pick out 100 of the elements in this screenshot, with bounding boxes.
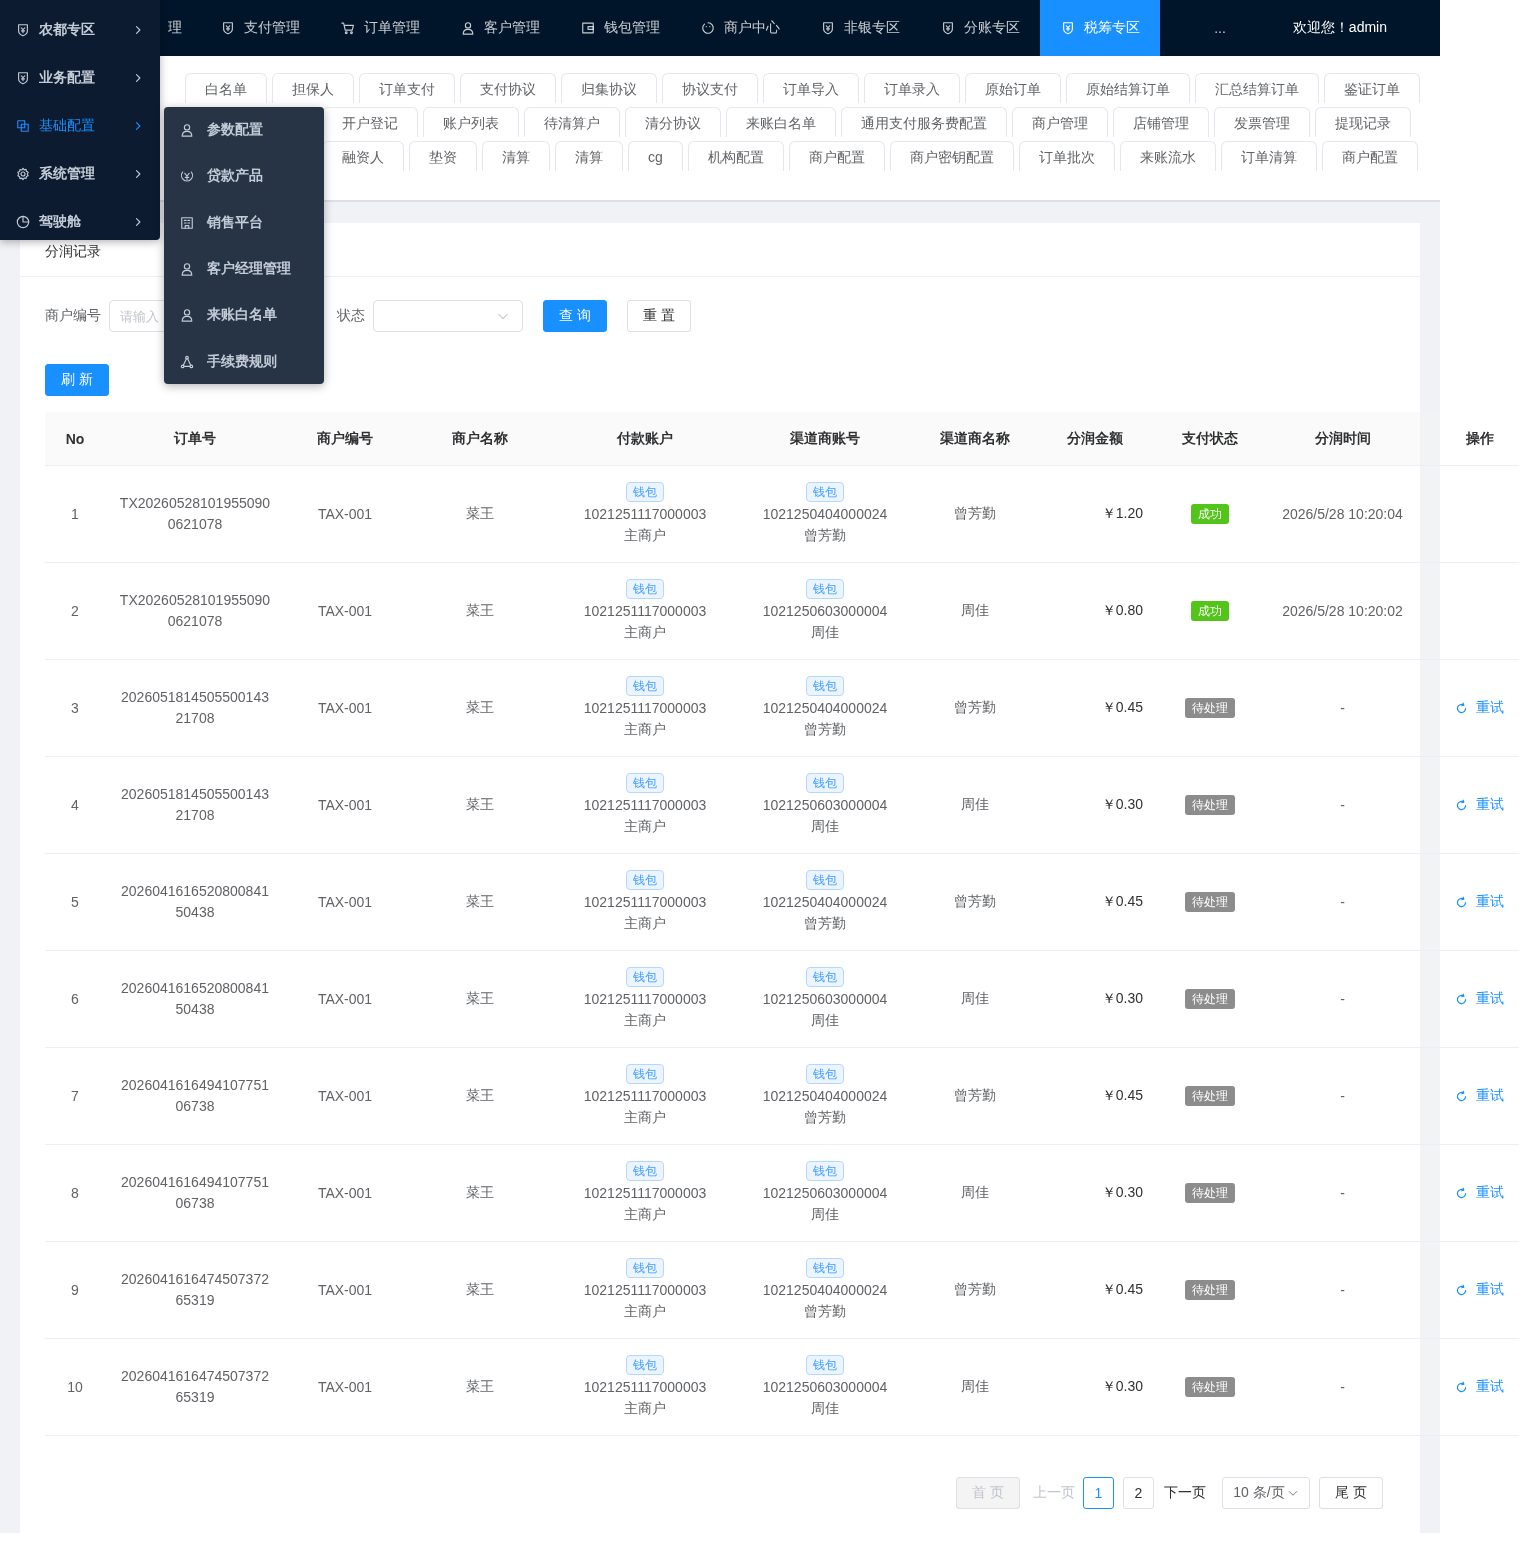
- status-select[interactable]: [373, 300, 523, 332]
- retry-link[interactable]: 重试: [1455, 990, 1504, 1008]
- last-page-button[interactable]: 尾页: [1319, 1477, 1383, 1509]
- nav-item[interactable]: 理: [160, 0, 200, 56]
- column-header: 分润金额: [1067, 429, 1123, 448]
- tab[interactable]: 商户配置: [788, 141, 885, 171]
- menu-item[interactable]: 系统管理: [0, 150, 160, 198]
- tab[interactable]: 提现记录: [1315, 107, 1411, 137]
- wallet-tag: 钱包: [626, 1258, 664, 1278]
- wallet-tag: 钱包: [626, 1161, 664, 1181]
- tab[interactable]: 融资人: [322, 141, 404, 171]
- tab[interactable]: 白名单: [185, 73, 267, 103]
- retry-link[interactable]: 重试: [1455, 1281, 1504, 1299]
- nav-item[interactable]: 非银专区: [800, 0, 920, 56]
- account-number: 1021250603000004: [762, 1378, 888, 1397]
- tab[interactable]: 通用支付服务费配置: [841, 107, 1007, 137]
- tab[interactable]: 商户管理: [1012, 107, 1108, 137]
- merchant-name: 菜王: [466, 1378, 494, 1396]
- tab[interactable]: 订单支付: [359, 73, 455, 103]
- menu-item[interactable]: 基础配置: [0, 102, 160, 150]
- wallet-tag: 钱包: [626, 676, 664, 696]
- account-type: 主商户: [624, 526, 666, 545]
- tab[interactable]: 清算: [482, 141, 550, 171]
- submenu-item[interactable]: 参数配置: [164, 107, 324, 154]
- shield-icon: [940, 21, 955, 35]
- time-text: -: [1340, 991, 1345, 1007]
- retry-link[interactable]: 重试: [1455, 1184, 1504, 1202]
- nav-item[interactable]: 钱包管理: [560, 0, 680, 56]
- time-text: 2026/5/28 10:20:04: [1282, 506, 1403, 522]
- pie-chart-icon: [16, 215, 30, 229]
- account-holder: 周佳: [811, 817, 839, 836]
- tab[interactable]: 清算: [555, 141, 623, 171]
- next-page-link[interactable]: 下一页: [1164, 1484, 1206, 1502]
- order-number: 202604161649410775106738: [120, 1173, 270, 1213]
- column-header: 商户编号: [317, 429, 373, 448]
- menu-item[interactable]: 农都专区: [0, 6, 160, 54]
- channel-name: 周佳: [961, 1378, 989, 1396]
- merchant-name: 菜王: [466, 893, 494, 911]
- channel-name: 周佳: [961, 990, 989, 1008]
- tab[interactable]: 账户列表: [423, 107, 519, 137]
- wallet-tag: 钱包: [806, 676, 844, 696]
- page-size-select[interactable]: 10 条/页: [1222, 1477, 1310, 1509]
- tab[interactable]: 支付协议: [460, 73, 556, 103]
- shield-icon: [820, 21, 835, 35]
- tab[interactable]: 待清算户: [524, 107, 620, 137]
- tab[interactable]: 发票管理: [1214, 107, 1310, 137]
- tab[interactable]: 店铺管理: [1113, 107, 1209, 137]
- tab[interactable]: 来账流水: [1119, 141, 1216, 171]
- tab[interactable]: 订单清算: [1220, 141, 1317, 171]
- tab[interactable]: 原始结算订单: [1066, 73, 1190, 103]
- account-number: 1021250603000004: [762, 1184, 888, 1203]
- tab[interactable]: 汇总结算订单: [1195, 73, 1319, 103]
- tab[interactable]: 清分协议: [625, 107, 721, 137]
- status-tag: 成功: [1191, 601, 1229, 621]
- submenu-item[interactable]: 手续费规则: [164, 338, 324, 385]
- submenu-item[interactable]: 贷款产品: [164, 153, 324, 200]
- retry-link[interactable]: 重试: [1455, 796, 1504, 814]
- menu-item[interactable]: 业务配置: [0, 54, 160, 102]
- tab[interactable]: 订单录入: [864, 73, 960, 103]
- nav-item[interactable]: 分账专区: [920, 0, 1040, 56]
- tab[interactable]: 商户配置: [1321, 141, 1418, 171]
- submenu-item[interactable]: 客户经理管理: [164, 245, 324, 293]
- nav-item[interactable]: 商户中心: [680, 0, 800, 56]
- channel-name: 曾芳勤: [954, 1087, 996, 1105]
- nav-item[interactable]: 客户管理: [440, 0, 560, 56]
- tab[interactable]: cg: [628, 141, 683, 171]
- tab[interactable]: 归集协议: [561, 73, 657, 103]
- tab[interactable]: 机构配置: [687, 141, 784, 171]
- tab[interactable]: 订单导入: [763, 73, 859, 103]
- wallet-tag: 钱包: [806, 1355, 844, 1375]
- tab[interactable]: 商户密钥配置: [889, 141, 1014, 171]
- refresh-icon: [1455, 1186, 1468, 1200]
- wallet-tag: 钱包: [626, 579, 664, 599]
- retry-link[interactable]: 重试: [1455, 699, 1504, 717]
- tab[interactable]: 原始订单: [965, 73, 1061, 103]
- submenu-item[interactable]: 销售平台: [164, 199, 324, 246]
- page-number[interactable]: 2: [1123, 1477, 1154, 1509]
- tab[interactable]: 鉴证订单: [1324, 73, 1420, 103]
- tab[interactable]: 来账白名单: [726, 107, 836, 137]
- account-number: 1021250404000024: [762, 1281, 888, 1300]
- retry-link[interactable]: 重试: [1455, 1087, 1504, 1105]
- channel-name: 曾芳勤: [954, 1281, 996, 1299]
- user-icon: [180, 262, 194, 277]
- nav-item[interactable]: 订单管理: [320, 0, 440, 56]
- retry-link[interactable]: 重试: [1455, 1378, 1504, 1396]
- row-number: 4: [71, 797, 79, 813]
- merchant-name: 菜王: [466, 1184, 494, 1202]
- tab[interactable]: 协议支付: [662, 73, 758, 103]
- tab[interactable]: 开户登记: [322, 107, 418, 137]
- reset-button[interactable]: 重置: [627, 300, 691, 332]
- tab[interactable]: 垫资: [409, 141, 477, 171]
- nav-item[interactable]: ...: [1160, 0, 1280, 56]
- tab[interactable]: 订单批次: [1018, 141, 1115, 171]
- nav-item[interactable]: 支付管理: [200, 0, 320, 56]
- submenu-item[interactable]: 来账白名单: [164, 292, 324, 339]
- time-text: -: [1340, 894, 1345, 910]
- retry-link[interactable]: 重试: [1455, 893, 1504, 911]
- tab[interactable]: 担保人: [272, 73, 354, 103]
- column-header: 商户名称: [452, 429, 508, 448]
- column-header: 操作: [1465, 429, 1494, 448]
